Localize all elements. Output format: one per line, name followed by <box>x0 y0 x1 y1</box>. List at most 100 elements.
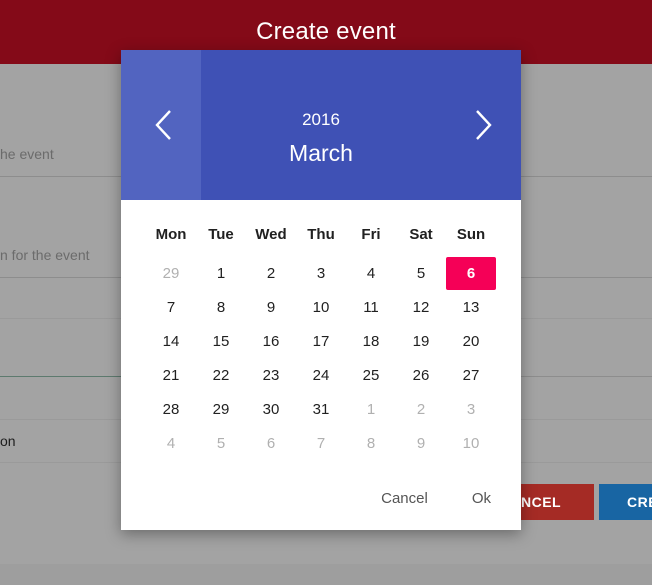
day-cell[interactable]: 4 <box>146 426 196 460</box>
day-cell[interactable]: 24 <box>296 358 346 392</box>
day-number: 20 <box>462 332 480 350</box>
day-number: 9 <box>416 434 426 452</box>
day-cell[interactable]: 3 <box>446 392 496 426</box>
date-picker-dialog: 2016 March Mon Tue Wed Thu Fri Sat Sun 29 1 2 3 4 5… <box>121 50 521 530</box>
day-cell[interactable]: 29 <box>196 392 246 426</box>
day-cell[interactable]: 11 <box>346 290 396 324</box>
day-number: 4 <box>366 264 376 282</box>
day-cell[interactable]: 4 <box>346 256 396 290</box>
day-cell[interactable]: 2 <box>396 392 446 426</box>
day-cell[interactable]: 14 <box>146 324 196 358</box>
weekday-wed: Wed <box>255 226 287 243</box>
ok-button[interactable]: Ok <box>462 486 501 511</box>
day-cell[interactable]: 17 <box>296 324 346 358</box>
day-cell[interactable]: 31 <box>296 392 346 426</box>
day-cell[interactable]: 27 <box>446 358 496 392</box>
day-number: 29 <box>212 400 230 418</box>
day-cell[interactable]: 18 <box>346 324 396 358</box>
next-month-button[interactable] <box>463 105 503 145</box>
day-number: 23 <box>262 366 280 384</box>
day-cell[interactable]: 25 <box>346 358 396 392</box>
day-cell[interactable]: 5 <box>396 256 446 290</box>
day-number: 10 <box>462 434 480 452</box>
day-cell[interactable]: 9 <box>246 290 296 324</box>
form-create-button[interactable]: CRE <box>599 484 652 520</box>
day-number: 8 <box>366 434 376 452</box>
day-cell[interactable]: 1 <box>346 392 396 426</box>
day-number: 11 <box>363 298 379 316</box>
calendar-week-row: 14 15 16 17 18 19 20 <box>146 324 496 358</box>
day-number: 5 <box>416 264 426 282</box>
day-cell[interactable]: 21 <box>146 358 196 392</box>
form-create-label: CRE <box>627 494 652 510</box>
calendar-week-row: 7 8 9 10 11 12 13 <box>146 290 496 324</box>
day-number: 1 <box>216 264 226 282</box>
calendar-week-row: 4 5 6 7 8 9 10 <box>146 426 496 460</box>
day-number: 7 <box>316 434 326 452</box>
day-number: 28 <box>162 400 180 418</box>
day-number: 25 <box>362 366 380 384</box>
day-number: 31 <box>312 400 330 418</box>
day-cell[interactable]: 12 <box>396 290 446 324</box>
weekday-thu: Thu <box>307 226 335 243</box>
weekday-sat: Sat <box>409 226 433 243</box>
day-number: 4 <box>166 434 176 452</box>
form-cancel-button[interactable]: NCEL <box>521 484 594 520</box>
year-label[interactable]: 2016 <box>121 110 521 130</box>
day-cell[interactable]: 22 <box>196 358 246 392</box>
day-cell[interactable]: 23 <box>246 358 296 392</box>
day-cell[interactable]: 19 <box>396 324 446 358</box>
day-cell[interactable]: 20 <box>446 324 496 358</box>
day-cell[interactable]: 7 <box>146 290 196 324</box>
day-number: 9 <box>266 298 276 316</box>
day-cell[interactable]: 1 <box>196 256 246 290</box>
calendar-week-row: 28 29 30 31 1 2 3 <box>146 392 496 426</box>
day-cell[interactable]: 10 <box>296 290 346 324</box>
day-cell[interactable]: 7 <box>296 426 346 460</box>
app-title: Create event <box>256 18 396 45</box>
day-number: 2 <box>266 264 276 282</box>
day-number: 6 <box>466 264 476 282</box>
day-cell[interactable]: 26 <box>396 358 446 392</box>
day-number: 22 <box>212 366 230 384</box>
selected-day-cell[interactable]: 6 <box>446 256 496 290</box>
day-cell[interactable]: 2 <box>246 256 296 290</box>
day-cell[interactable]: 28 <box>146 392 196 426</box>
day-number: 15 <box>212 332 230 350</box>
date-picker-header: 2016 March <box>121 50 521 200</box>
day-number: 3 <box>316 264 326 282</box>
day-number: 18 <box>362 332 380 350</box>
day-number: 7 <box>166 298 176 316</box>
day-cell[interactable]: 15 <box>196 324 246 358</box>
day-number: 30 <box>262 400 280 418</box>
month-label: March <box>289 140 353 166</box>
day-cell[interactable]: 30 <box>246 392 296 426</box>
day-cell[interactable]: 3 <box>296 256 346 290</box>
form-cancel-label: NCEL <box>521 494 562 510</box>
day-cell[interactable]: 5 <box>196 426 246 460</box>
day-number: 16 <box>262 332 280 350</box>
cancel-button[interactable]: Cancel <box>371 486 438 511</box>
chevron-right-icon <box>476 110 492 140</box>
event-location-field-label: n for the event <box>0 247 90 263</box>
day-number: 1 <box>366 400 376 418</box>
day-cell[interactable]: 13 <box>446 290 496 324</box>
day-number: 2 <box>416 400 426 418</box>
day-number: 29 <box>162 264 180 282</box>
day-cell[interactable]: 8 <box>346 426 396 460</box>
day-number: 26 <box>412 366 430 384</box>
day-number: 3 <box>466 400 476 418</box>
weekday-mon: Mon <box>155 226 187 243</box>
date-field-underline <box>0 376 121 377</box>
day-cell[interactable]: 9 <box>396 426 446 460</box>
calendar-week-row: 29 1 2 3 4 5 6 <box>146 256 496 290</box>
day-cell[interactable]: 16 <box>246 324 296 358</box>
day-cell[interactable]: 10 <box>446 426 496 460</box>
day-number: 17 <box>312 332 330 350</box>
weekday-header-row: Mon Tue Wed Thu Fri Sat Sun <box>146 226 496 243</box>
day-cell[interactable]: 29 <box>146 256 196 290</box>
day-number: 21 <box>162 366 180 384</box>
day-cell[interactable]: 8 <box>196 290 246 324</box>
weekday-tue: Tue <box>208 226 234 243</box>
day-cell[interactable]: 6 <box>246 426 296 460</box>
